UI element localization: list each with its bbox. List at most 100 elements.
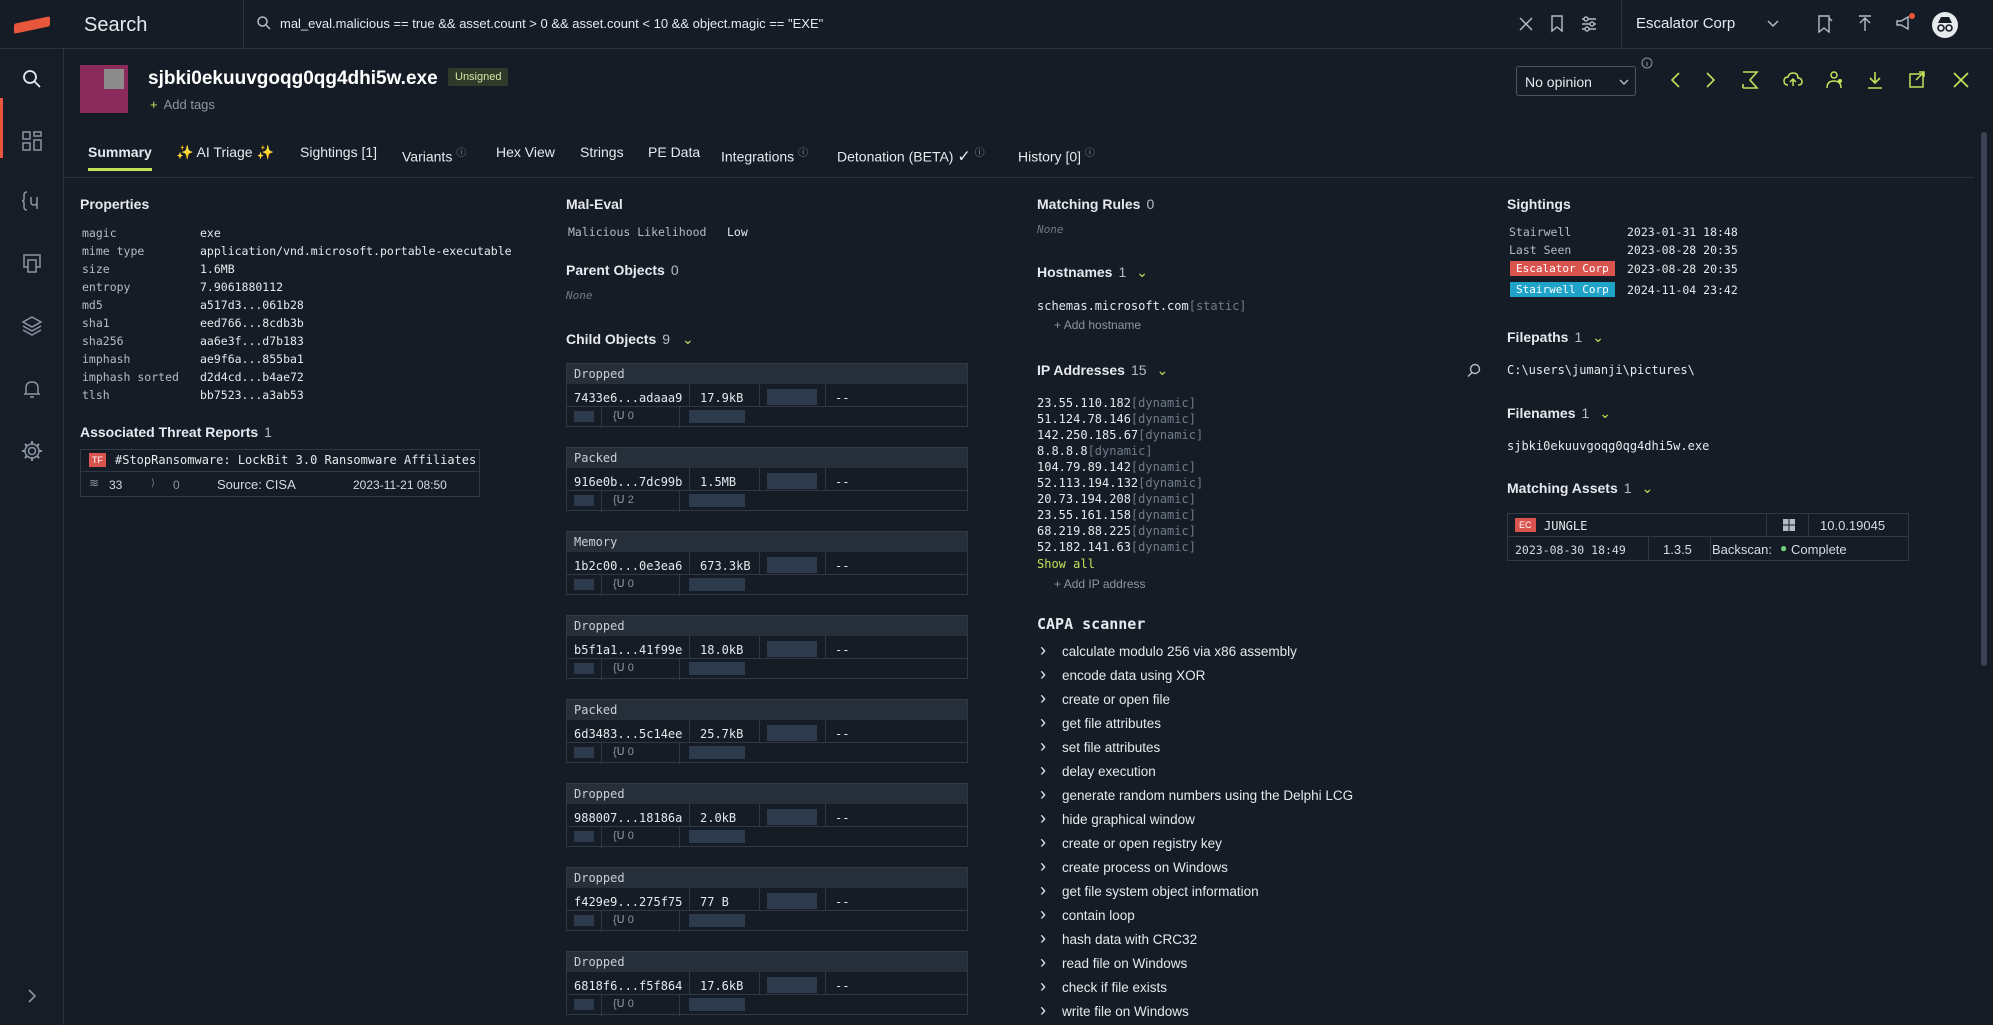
tab-detonation[interactable]: Detonation (BETA) ✓ ⓘ (837, 144, 985, 167)
clear-icon[interactable] (1518, 16, 1534, 32)
property-value[interactable]: a517d3...061b28 (200, 298, 304, 312)
child-object-hash[interactable]: 916e0b...7dc99b (574, 475, 682, 489)
ip-address-item[interactable]: 52.113.194.132[dynamic] (1037, 476, 1203, 490)
tab-sightings[interactable]: Sightings [1] (300, 144, 377, 160)
yara-rules-icon[interactable] (20, 189, 44, 213)
scrollbar[interactable] (1981, 132, 1987, 666)
child-object-hash[interactable]: 988007...18186a (574, 811, 682, 825)
add-tags-button[interactable]: + Add tags (150, 97, 215, 112)
property-value[interactable]: bb7523...a3ab53 (200, 388, 304, 402)
info-icon[interactable] (1641, 57, 1653, 69)
hostnames-title[interactable]: Hostnames 1 ⌄ (1037, 264, 1148, 281)
capa-item[interactable]: › create or open file (1040, 689, 1170, 707)
next-arrow-icon[interactable] (1702, 70, 1718, 90)
yara-icon[interactable] (1740, 70, 1760, 90)
assets-icon[interactable] (20, 252, 44, 276)
tab-pe-data[interactable]: PE Data (648, 144, 700, 160)
ip-address-item[interactable]: 23.55.110.182[dynamic] (1037, 396, 1196, 410)
report-name[interactable]: #StopRansomware: LockBit 3.0 Ransomware … (115, 453, 476, 467)
capa-item[interactable]: › contain loop (1040, 905, 1135, 923)
app-logo[interactable] (0, 0, 64, 49)
filepaths-title[interactable]: Filepaths 1 ⌄ (1507, 329, 1604, 346)
sighting-org-badge[interactable]: Stairwell Corp (1510, 282, 1615, 297)
child-object-card[interactable]: Dropped 7433e6...adaaa9 17.9kB -- {ᑌ 0 (566, 363, 968, 428)
property-value[interactable]: 7.9061880112 (200, 280, 283, 294)
ip-address-item[interactable]: 52.182.141.63[dynamic] (1037, 540, 1196, 554)
add-hostname-button[interactable]: + Add hostname (1054, 318, 1141, 332)
ip-address-item[interactable]: 142.250.185.67[dynamic] (1037, 428, 1203, 442)
filter-settings-icon[interactable] (1580, 15, 1598, 33)
capa-item[interactable]: › generate random numbers using the Delph… (1040, 785, 1353, 803)
tab-strings[interactable]: Strings (580, 144, 624, 160)
child-object-card[interactable]: Memory 1b2c00...0e3ea6 673.3kB -- {ᑌ 0 (566, 531, 968, 596)
capa-item[interactable]: › write file on Windows (1040, 1001, 1189, 1019)
dashboard-icon[interactable] (20, 129, 44, 153)
ip-address-item[interactable]: 20.73.194.208[dynamic] (1037, 492, 1196, 506)
child-objects-title[interactable]: Child Objects 9 ⌄ (566, 331, 694, 348)
tab-variants[interactable]: Variants ⓘ (402, 144, 466, 165)
expand-sidebar-icon[interactable] (20, 984, 44, 1008)
property-value[interactable]: 1.6MB (200, 262, 235, 276)
ip-addresses-title[interactable]: IP Addresses 15 ⌄ (1037, 362, 1168, 379)
ip-address-item[interactable]: 51.124.78.146[dynamic] (1037, 412, 1196, 426)
child-object-card[interactable]: Dropped f429e9...275f75 77 B -- {ᑌ 0 (566, 867, 968, 932)
chevron-down-icon[interactable] (1618, 76, 1630, 88)
layers-icon[interactable] (20, 314, 44, 338)
property-value[interactable]: d2d4cd...b4ae72 (200, 370, 304, 384)
capa-item[interactable]: › hide graphical window (1040, 809, 1195, 827)
previous-arrow-icon[interactable] (1668, 70, 1684, 90)
upload-icon[interactable] (1856, 14, 1874, 34)
settings-gear-icon[interactable] (20, 439, 44, 463)
matching-assets-title[interactable]: Matching Assets 1 ⌄ (1507, 480, 1653, 497)
capa-item[interactable]: › read file on Windows (1040, 953, 1187, 971)
threat-report-card[interactable]: TF #StopRansomware: LockBit 3.0 Ransomwa… (80, 449, 480, 497)
notifications-bell-icon[interactable] (20, 377, 44, 401)
chevron-down-icon[interactable] (1766, 16, 1780, 30)
capa-item[interactable]: › create or open registry key (1040, 833, 1222, 851)
ip-address-item[interactable]: 68.219.88.225[dynamic] (1037, 524, 1196, 538)
capa-item[interactable]: › set file attributes (1040, 737, 1160, 755)
bookmark-icon[interactable] (1550, 15, 1564, 33)
share-network-icon[interactable] (1824, 70, 1844, 90)
tab-history[interactable]: History [0] ⓘ (1018, 144, 1095, 165)
property-value[interactable]: exe (200, 226, 221, 240)
child-object-hash[interactable]: 1b2c00...0e3ea6 (574, 559, 682, 573)
cloud-upload-icon[interactable] (1782, 70, 1804, 90)
matching-asset-card[interactable]: EC JUNGLE 10.0.19045 2023-08-30 18:49 1.… (1507, 513, 1909, 561)
download-icon[interactable] (1866, 70, 1884, 90)
bookmarks-icon[interactable] (1816, 14, 1834, 34)
child-object-hash[interactable]: b5f1a1...41f99e (574, 643, 682, 657)
search-icon[interactable] (1466, 362, 1482, 378)
child-object-card[interactable]: Dropped b5f1a1...41f99e 18.0kB -- {ᑌ 0 (566, 615, 968, 680)
capa-item[interactable]: › delay execution (1040, 761, 1156, 779)
hostname-item[interactable]: schemas.microsoft.com[static] (1037, 299, 1247, 313)
announcements-icon[interactable] (1894, 12, 1916, 34)
child-object-card[interactable]: Dropped 988007...18186a 2.0kB -- {ᑌ 0 (566, 783, 968, 848)
filename-item[interactable]: sjbki0ekuuvgoqg0qg4dhi5w.exe (1507, 439, 1709, 453)
open-external-icon[interactable] (1908, 70, 1926, 90)
asset-hostname[interactable]: JUNGLE (1544, 519, 1587, 533)
child-object-card[interactable]: Packed 916e0b...7dc99b 1.5MB -- {ᑌ 2 (566, 447, 968, 512)
search-icon[interactable] (20, 67, 44, 91)
filenames-title[interactable]: Filenames 1 ⌄ (1507, 405, 1611, 422)
child-object-card[interactable]: Dropped 6818f6...f5f864 17.6kB -- {ᑌ 0 (566, 951, 968, 1016)
search-query-input[interactable]: mal_eval.malicious == true && asset.coun… (280, 16, 823, 31)
capa-item[interactable]: › get file system object information (1040, 881, 1259, 899)
ip-address-item[interactable]: 8.8.8.8[dynamic] (1037, 444, 1153, 458)
close-icon[interactable] (1952, 70, 1970, 90)
show-all-ips-link[interactable]: Show all (1037, 557, 1095, 571)
capa-item[interactable]: › create process on Windows (1040, 857, 1228, 875)
tab-integrations[interactable]: Integrations ⓘ (721, 144, 808, 165)
filepath-item[interactable]: C:\users\jumanji\pictures\ (1507, 363, 1695, 377)
child-object-hash[interactable]: 6d3483...5c14ee (574, 727, 682, 741)
property-value[interactable]: aa6e3f...d7b183 (200, 334, 304, 348)
property-value[interactable]: application/vnd.microsoft.portable-execu… (200, 244, 512, 258)
org-selector[interactable]: Escalator Corp (1636, 15, 1735, 32)
tab-ai-triage[interactable]: ✨ AI Triage ✨ (176, 144, 274, 161)
tab-summary[interactable]: Summary (88, 144, 152, 171)
child-object-hash[interactable]: f429e9...275f75 (574, 895, 682, 909)
tab-hex-view[interactable]: Hex View (496, 144, 555, 160)
capa-item[interactable]: › get file attributes (1040, 713, 1161, 731)
capa-item[interactable]: › encode data using XOR (1040, 665, 1205, 683)
ip-address-item[interactable]: 104.79.89.142[dynamic] (1037, 460, 1196, 474)
